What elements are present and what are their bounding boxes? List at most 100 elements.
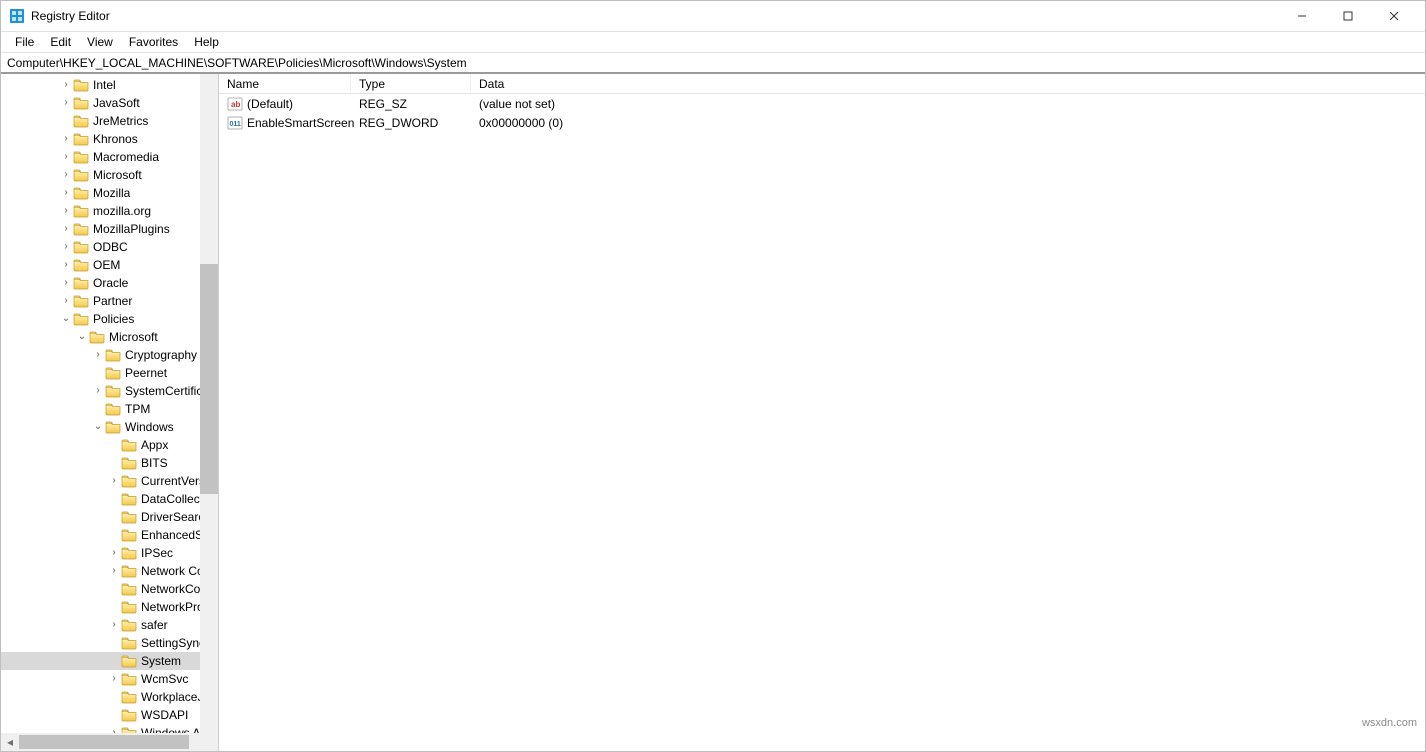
tree-item-label: JavaSoft — [93, 96, 140, 110]
chevron-down-icon[interactable]: ⌄ — [91, 420, 105, 434]
tree-item-label: safer — [141, 618, 168, 632]
tree-item-enhancedst[interactable]: EnhancedSt — [1, 526, 218, 544]
tree-item-bits[interactable]: BITS — [1, 454, 218, 472]
tree-item-microsoft[interactable]: ›Microsoft — [1, 166, 218, 184]
menu-favorites[interactable]: Favorites — [121, 33, 186, 51]
value-row[interactable]: EnableSmartScreenREG_DWORD0x00000000 (0) — [219, 113, 1425, 132]
tree-item-mozilla[interactable]: ›Mozilla — [1, 184, 218, 202]
chevron-right-icon[interactable]: › — [107, 618, 121, 632]
tree-item-label: Khronos — [93, 132, 138, 146]
chevron-right-icon[interactable]: › — [59, 222, 73, 236]
tree-item-settingsync[interactable]: SettingSync — [1, 634, 218, 652]
titlebar[interactable]: Registry Editor — [1, 1, 1425, 31]
tree-item-appx[interactable]: Appx — [1, 436, 218, 454]
chevron-right-icon[interactable]: › — [59, 132, 73, 146]
tree-item-jremetrics[interactable]: JreMetrics — [1, 112, 218, 130]
menu-view[interactable]: View — [79, 33, 121, 51]
tree-item-label: Policies — [93, 312, 134, 326]
value-data: (value not set) — [471, 97, 1425, 111]
folder-icon — [121, 474, 137, 488]
folder-icon — [73, 96, 89, 110]
chevron-right-icon[interactable]: › — [59, 294, 73, 308]
value-type: REG_DWORD — [351, 116, 471, 130]
chevron-right-icon[interactable]: › — [91, 348, 105, 362]
tree-item-intel[interactable]: ›Intel — [1, 76, 218, 94]
chevron-right-icon[interactable]: › — [107, 546, 121, 560]
tree-item-safer[interactable]: › safer — [1, 616, 218, 634]
tree-hscrollbar[interactable]: ◂ ▸ — [1, 733, 218, 751]
tree-item-label: Macromedia — [93, 150, 159, 164]
tree-item-cryptography[interactable]: ›Cryptography — [1, 346, 218, 364]
tree-item-networkpro[interactable]: NetworkPro — [1, 598, 218, 616]
tree-item-driversearc[interactable]: DriverSearc — [1, 508, 218, 526]
scroll-left-icon[interactable]: ◂ — [1, 733, 19, 751]
tree-item-systemcertific[interactable]: ›SystemCertific — [1, 382, 218, 400]
chevron-right-icon[interactable]: › — [107, 474, 121, 488]
chevron-right-icon[interactable]: › — [59, 96, 73, 110]
tree-item-oracle[interactable]: ›Oracle — [1, 274, 218, 292]
tree-item-wcmsvc[interactable]: ›WcmSvc — [1, 670, 218, 688]
tree-item-macromedia[interactable]: › Macromedia — [1, 148, 218, 166]
value-list-pane: Name Type Data (Default)REG_SZ(value not… — [219, 74, 1425, 751]
tree-item-label: OEM — [93, 258, 120, 272]
tree-item-mozillaplugins[interactable]: › MozillaPlugins — [1, 220, 218, 238]
tree-item-workplacej[interactable]: WorkplaceJ — [1, 688, 218, 706]
chevron-right-icon[interactable]: › — [59, 168, 73, 182]
chevron-right-icon[interactable]: › — [91, 384, 105, 398]
folder-icon — [121, 654, 137, 668]
column-header-type[interactable]: Type — [351, 74, 471, 93]
tree-item-system[interactable]: System — [1, 652, 218, 670]
menu-help[interactable]: Help — [186, 33, 227, 51]
tree-item-tpm[interactable]: TPM — [1, 400, 218, 418]
close-button[interactable] — [1371, 1, 1417, 31]
chevron-right-icon[interactable]: › — [59, 186, 73, 200]
chevron-right-icon[interactable]: › — [107, 672, 121, 686]
tree-item-label: JreMetrics — [93, 114, 148, 128]
chevron-down-icon[interactable]: ⌄ — [59, 312, 73, 326]
tree-item-windows[interactable]: ⌄Windows — [1, 418, 218, 436]
tree-item-mozilla-org[interactable]: ›mozilla.org — [1, 202, 218, 220]
tree-item-javasoft[interactable]: › JavaSoft — [1, 94, 218, 112]
tree-item-ipsec[interactable]: ›IPSec — [1, 544, 218, 562]
chevron-right-icon[interactable]: › — [59, 240, 73, 254]
maximize-button[interactable] — [1325, 1, 1371, 31]
tree-item-policies[interactable]: ⌄ Policies — [1, 310, 218, 328]
hscroll-thumb[interactable] — [19, 735, 189, 749]
tree-item-oem[interactable]: › OEM — [1, 256, 218, 274]
tree-item-policies-microsoft[interactable]: ⌄ Microsoft — [1, 328, 218, 346]
tree-item-label: MozillaPlugins — [93, 222, 170, 236]
tree-item-network-co[interactable]: ›Network Co — [1, 562, 218, 580]
tree-item-datacollect[interactable]: DataCollect — [1, 490, 218, 508]
tree-item-peernet[interactable]: Peernet — [1, 364, 218, 382]
tree-item-wsdapi[interactable]: WSDAPI — [1, 706, 218, 724]
folder-icon — [121, 456, 137, 470]
value-row[interactable]: (Default)REG_SZ(value not set) — [219, 94, 1425, 113]
tree-vscrollbar-thumb[interactable] — [200, 264, 218, 494]
column-header-data[interactable]: Data — [471, 74, 1425, 93]
tree-item-partner[interactable]: ›Partner — [1, 292, 218, 310]
tree-view[interactable]: ›Intel›JavaSoftJreMetrics›Khronos›Macrom… — [1, 74, 218, 733]
chevron-right-icon[interactable]: › — [107, 564, 121, 578]
chevron-down-icon[interactable]: ⌄ — [75, 330, 89, 344]
chevron-right-icon[interactable]: › — [59, 78, 73, 92]
folder-icon — [121, 528, 137, 542]
menu-file[interactable]: File — [7, 33, 42, 51]
minimize-button[interactable] — [1279, 1, 1325, 31]
chevron-right-icon[interactable]: › — [59, 204, 73, 218]
chevron-right-icon[interactable]: › — [59, 150, 73, 164]
folder-icon — [121, 492, 137, 506]
tree-item-networkco[interactable]: NetworkCo — [1, 580, 218, 598]
chevron-right-icon[interactable]: › — [59, 276, 73, 290]
folder-icon — [121, 510, 137, 524]
address-bar[interactable]: Computer\HKEY_LOCAL_MACHINE\SOFTWARE\Pol… — [1, 53, 1425, 75]
tree-item-odbc[interactable]: ›ODBC — [1, 238, 218, 256]
tree-item-currentvers[interactable]: ›CurrentVers — [1, 472, 218, 490]
list-header: Name Type Data — [219, 74, 1425, 94]
tree-item-label: System — [141, 654, 181, 668]
tree-item-windows-adv[interactable]: ›Windows Adv — [1, 724, 218, 733]
chevron-right-icon[interactable]: › — [59, 258, 73, 272]
column-header-name[interactable]: Name — [219, 74, 351, 93]
menu-edit[interactable]: Edit — [42, 33, 79, 51]
tree-item-khronos[interactable]: › Khronos — [1, 130, 218, 148]
tree-item-label: Microsoft — [109, 330, 158, 344]
